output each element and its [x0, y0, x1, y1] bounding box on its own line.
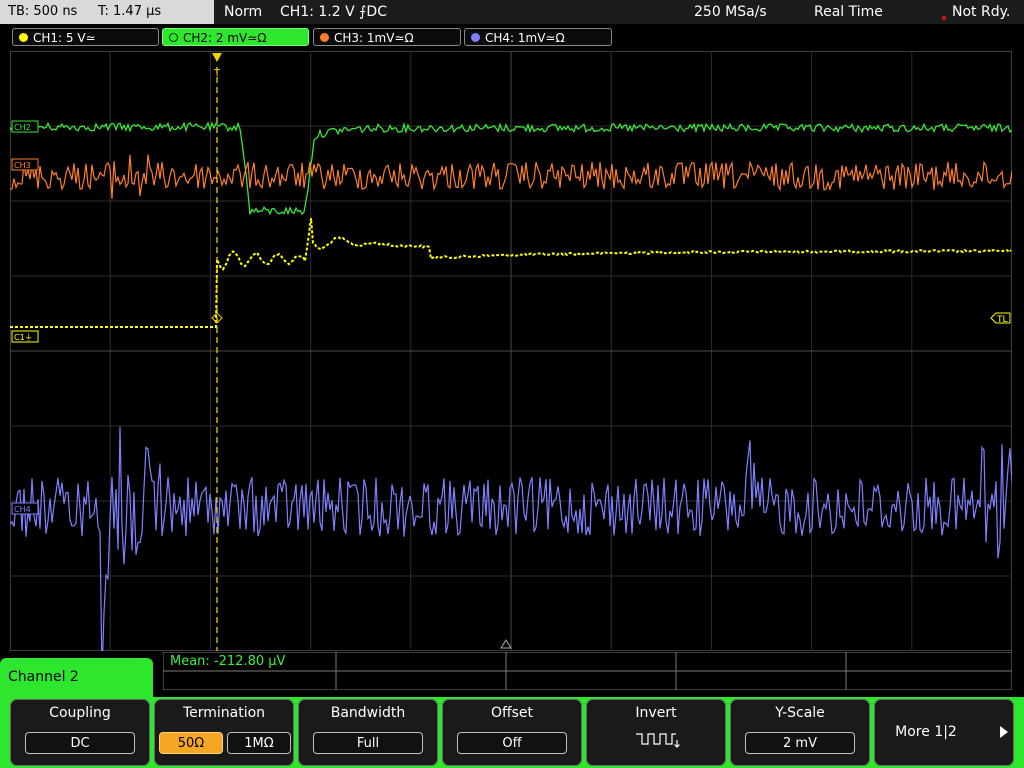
offset-button[interactable]: Offset Off [442, 699, 582, 766]
trigger-marker-label: T [213, 68, 221, 79]
trigger-time-label: T: 1.47 µs [98, 4, 162, 19]
tab-ch1-label: CH1: 5 V≃ [33, 31, 96, 45]
bandwidth-button[interactable]: Bandwidth Full [298, 699, 438, 766]
termination-button[interactable]: Termination 50Ω 1MΩ [154, 699, 294, 766]
coupling-button[interactable]: Coupling DC [10, 699, 150, 766]
ch4-ref-label: CH4 [14, 505, 31, 514]
tab-ch2[interactable]: CH2: 2 mV≃Ω [162, 28, 309, 46]
timebase-label: TB: 500 ns [8, 4, 78, 19]
invert-title: Invert [635, 705, 677, 721]
offset-title: Offset [490, 705, 534, 721]
trigger-level-label: TL [996, 315, 1008, 325]
status-dot-icon [942, 16, 946, 20]
tab-ch2-label: CH2: 2 mV≃Ω [183, 31, 267, 45]
ch1-ref-label: C1⏚ [14, 333, 33, 342]
bandwidth-title: Bandwidth [330, 705, 406, 721]
termination-1mohm[interactable]: 1MΩ [227, 732, 291, 754]
ch3-dot-icon [320, 33, 329, 42]
coupling-title: Coupling [49, 705, 111, 721]
acquisition-mode: Real Time [814, 4, 883, 20]
channel-tabs: CH1: 5 V≃ CH2: 2 mV≃Ω CH3: 1mV≃Ω CH4: 1m… [0, 25, 1024, 49]
trigger-setting[interactable]: CH1: 1.2 V ⨍DC [280, 0, 387, 24]
tab-ch3-label: CH3: 1mV≃Ω [334, 31, 414, 45]
yscale-button[interactable]: Y-Scale 2 mV [730, 699, 870, 766]
invert-button[interactable]: Invert [586, 699, 726, 766]
more-label: More 1|2 [895, 724, 957, 740]
tab-ch4-label: CH4: 1mV≃Ω [485, 31, 565, 45]
measurement-panel [163, 652, 1012, 690]
yscale-value: 2 mV [745, 732, 855, 754]
acquisition-status: Not Rdy. [952, 4, 1011, 20]
ch1-dot-icon [19, 33, 28, 42]
waveform-display[interactable]: T TL C1⏚ CH2 CH3 CH4 [10, 51, 1012, 651]
yscale-title: Y-Scale [775, 705, 825, 721]
ch3-ref-label: CH3 [14, 161, 31, 170]
trigger-mode[interactable]: Norm [224, 0, 262, 24]
ch2-ref-label: CH2 [14, 123, 31, 132]
menu-title: Channel 2 [8, 669, 79, 685]
tab-ch1[interactable]: CH1: 5 V≃ [12, 28, 159, 46]
tab-ch3[interactable]: CH3: 1mV≃Ω [313, 28, 461, 46]
menu-title-panel: Channel 2 [0, 658, 153, 698]
mean-measurement: Mean: -212.80 µV [170, 654, 286, 669]
timebase-box[interactable]: TB: 500 ns T: 1.47 µs [0, 0, 214, 24]
coupling-value: DC [25, 732, 135, 754]
ch4-dot-icon [471, 33, 480, 42]
termination-title: Termination [182, 705, 266, 721]
more-button[interactable]: More 1|2 [874, 699, 1014, 766]
invert-waveform-icon [636, 733, 680, 748]
sample-rate: 250 MSa/s [694, 4, 767, 20]
offset-value: Off [457, 732, 567, 754]
next-page-icon [1000, 726, 1008, 738]
termination-50ohm[interactable]: 50Ω [159, 732, 223, 754]
tab-ch4[interactable]: CH4: 1mV≃Ω [464, 28, 612, 46]
bandwidth-value: Full [313, 732, 423, 754]
status-bar: TB: 500 ns T: 1.47 µs Norm CH1: 1.2 V ⨍D… [0, 0, 1024, 24]
ch2-dot-icon [169, 33, 178, 42]
